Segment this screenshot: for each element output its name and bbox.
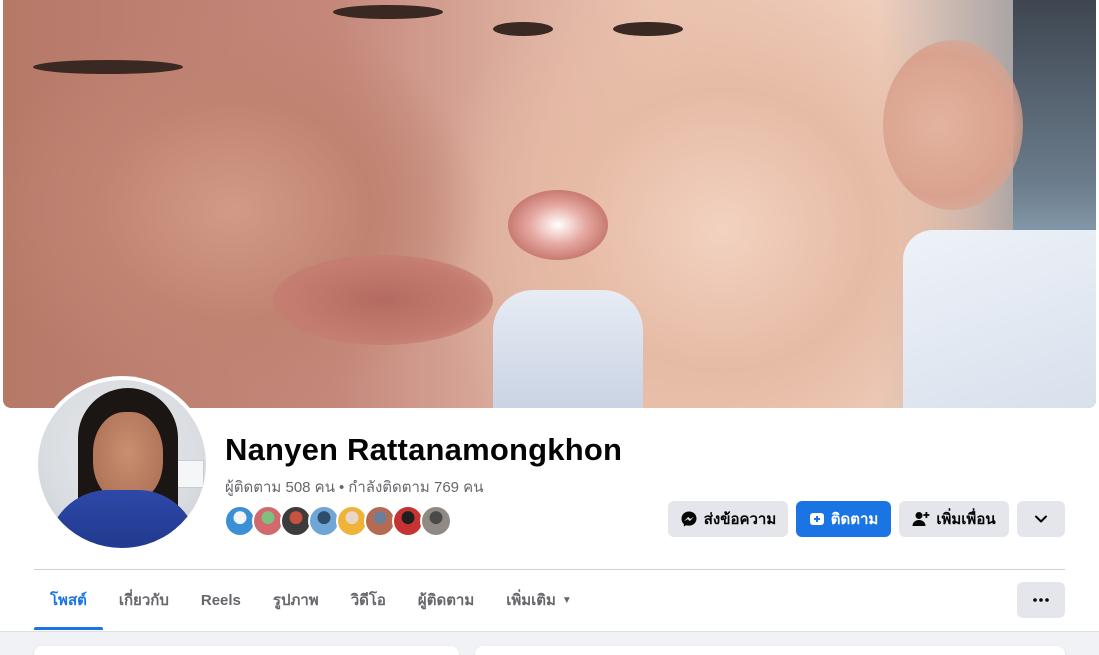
cover-photo[interactable] xyxy=(3,0,1096,408)
message-button-label: ส่งข้อความ xyxy=(703,511,777,528)
follow-button-label: ติดตาม xyxy=(830,511,879,528)
tab-label: Reels xyxy=(200,591,241,609)
tab-item[interactable]: วิดีโอ xyxy=(335,570,402,630)
cover-photo-detail xyxy=(273,255,493,345)
profile-name: Nanyen Rattanamongkhon xyxy=(225,432,623,467)
cover-photo-detail xyxy=(33,60,183,74)
add-friend-button[interactable]: เพิ่มเพื่อน xyxy=(899,501,1009,537)
friend-avatar[interactable] xyxy=(420,505,452,537)
tab-item[interactable]: เกี่ยวกับ xyxy=(103,570,185,630)
avatar-detail xyxy=(93,412,163,502)
more-options-icon xyxy=(1033,598,1049,602)
tab-label: วิดีโอ xyxy=(350,592,386,609)
cover-photo-detail xyxy=(493,22,553,36)
tab-item[interactable]: ผู้ติดตาม xyxy=(402,570,490,630)
expand-button[interactable] xyxy=(1017,501,1065,537)
avatar[interactable] xyxy=(38,380,206,548)
more-options-button[interactable] xyxy=(1017,582,1065,618)
add-friend-icon xyxy=(912,512,930,526)
messenger-icon xyxy=(681,511,697,527)
follow-icon xyxy=(809,513,824,525)
chevron-down-icon xyxy=(1035,515,1047,523)
tab-label: เกี่ยวกับ xyxy=(118,592,169,609)
profile-tabs: โพสต์ เกี่ยวกับ Reels รูปภาพ วิดีโอ ผู้ติดตาม… xyxy=(34,570,588,630)
cover-photo-detail xyxy=(333,5,443,19)
tab-item[interactable]: Reels xyxy=(185,570,257,630)
tab-item[interactable]: เพิ่มเติม ▼ xyxy=(490,570,588,630)
profile-page: Nanyen Rattanamongkhon ผู้ติดตาม 508 คน •… xyxy=(0,0,1099,655)
following-count-link[interactable]: กำลังติดตาม 769 คน xyxy=(348,479,483,496)
cover-photo-detail xyxy=(903,230,1096,408)
tab-item[interactable]: โพสต์ xyxy=(34,570,103,630)
add-friend-button-label: เพิ่มเพื่อน xyxy=(936,511,996,528)
tab-label: ผู้ติดตาม xyxy=(417,592,475,609)
followers-count-link[interactable]: ผู้ติดตาม 508 คน xyxy=(225,479,335,496)
cover-photo-detail xyxy=(508,190,608,260)
tab-item[interactable]: รูปภาพ xyxy=(257,570,335,630)
tab-label: รูปภาพ xyxy=(272,592,319,609)
tab-label: โพสต์ xyxy=(50,592,87,609)
profile-stats: ผู้ติดตาม 508 คน • กำลังติดตาม 769 คน xyxy=(225,475,483,499)
tab-label: เพิ่มเติม xyxy=(506,592,556,609)
follow-button[interactable]: ติดตาม xyxy=(796,501,891,537)
cover-photo-detail xyxy=(613,22,683,36)
caret-down-icon: ▼ xyxy=(561,594,572,606)
cover-photo-detail xyxy=(883,40,1023,210)
intro-card xyxy=(34,646,459,655)
cover-photo-background xyxy=(1013,0,1096,260)
cover-photo-detail xyxy=(493,290,643,408)
message-button[interactable]: ส่งข้อความ xyxy=(668,501,788,537)
stats-separator: • xyxy=(338,479,345,496)
mutual-friends-avatars xyxy=(224,505,452,537)
posts-card xyxy=(475,646,1065,655)
